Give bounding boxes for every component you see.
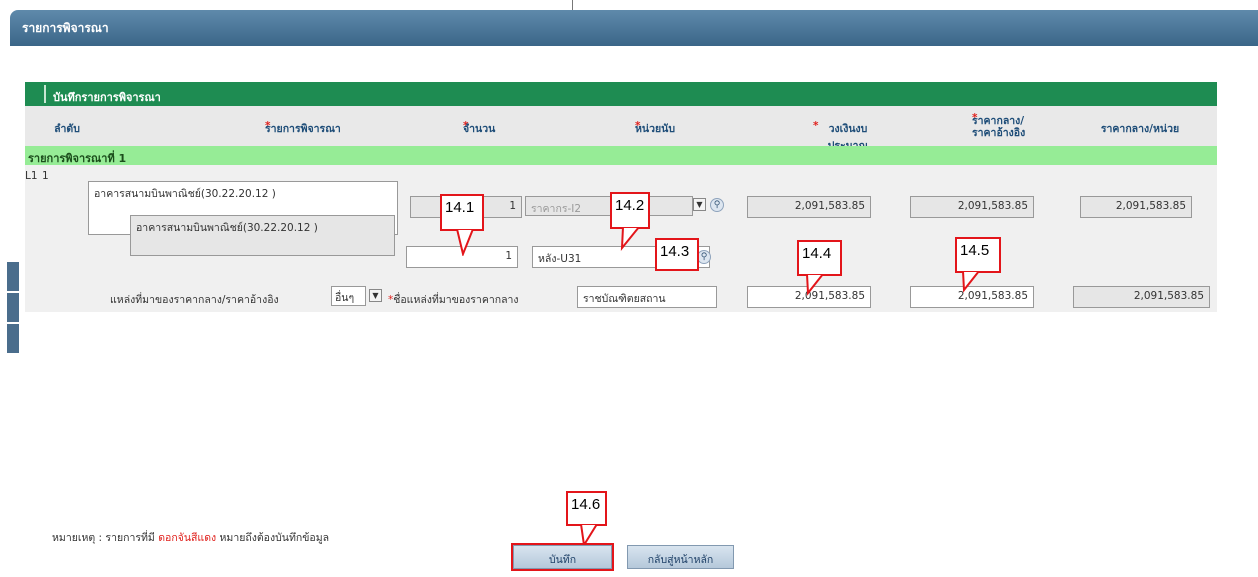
callout-14-4-pointer	[805, 274, 825, 296]
col-unit-price: ราคากลาง/หน่วย	[1100, 123, 1180, 135]
note-suffix: หมายถึงต้องบันทึกข้อมูล	[219, 532, 330, 544]
back-to-main-button[interactable]: กลับสู่หน้าหลัก	[627, 545, 734, 569]
source-name-input[interactable]: ราชบัณฑิตยสถาน	[577, 286, 717, 308]
callout-14-1-pointer	[456, 229, 475, 256]
page: รายการพิจารณา บันทึกรายการพิจารณา ลำดับ …	[0, 0, 1258, 577]
unit-price-field: 2,091,583.85	[1080, 196, 1192, 218]
col-ref-price-line2: ราคาอ้างอิง	[972, 127, 1026, 139]
row-code: L1	[25, 170, 38, 182]
save-button[interactable]: บันทึก	[511, 543, 614, 571]
source-unit-price-field: 2,091,583.85	[1073, 286, 1210, 308]
chevron-down-icon[interactable]: ▼	[693, 198, 706, 211]
source-label: แหล่งที่มาของราคากลาง/ราคาอ้างอิง	[110, 294, 279, 306]
side-tabs	[7, 262, 19, 355]
side-tab[interactable]	[7, 324, 19, 353]
window-title: รายการพิจารณา	[10, 10, 1258, 46]
sub-item-text: อาคารสนามบินพาณิชย์(30.22.20.12 )	[130, 215, 395, 256]
chevron-down-icon[interactable]: ▼	[369, 289, 382, 302]
section-row: รายการพิจารณาที่ 1	[25, 146, 1217, 165]
row-index: 1	[42, 170, 49, 182]
grid-header-title: บันทึกรายการพิจารณา	[53, 91, 161, 104]
source-name-text: ชื่อแหล่งที่มาของราคากลาง	[393, 294, 519, 306]
unit-select[interactable]: ราคากร-I2	[525, 196, 693, 216]
callout-14-2: 14.2	[610, 192, 650, 229]
footer-note: หมายเหตุ : รายการที่มี ดอกจันสีแดง หมายถ…	[52, 529, 329, 546]
callout-14-3: 14.3	[655, 238, 699, 271]
col-seq: ลำดับ	[54, 123, 80, 135]
col-ref-price: * ราคากลาง/ราคาอ้างอิง	[917, 112, 1027, 139]
ref-price-field: 2,091,583.85	[910, 196, 1034, 218]
source-name-label: *ชื่อแหล่งที่มาของราคากลาง	[388, 291, 519, 308]
divider	[572, 0, 573, 10]
callout-14-1: 14.1	[440, 194, 484, 231]
search-icon[interactable]: ⚲	[697, 250, 711, 264]
search-icon[interactable]: ⚲	[710, 198, 724, 212]
col-unit-label: หน่วยนับ	[635, 123, 675, 135]
col-qty-label: จำนวน	[463, 123, 496, 135]
side-tab[interactable]	[7, 262, 19, 291]
grid-header: บันทึกรายการพิจารณา	[25, 82, 1217, 106]
callout-14-2-pointer	[620, 227, 641, 251]
note-prefix: หมายเหตุ : รายการที่มี	[52, 532, 155, 544]
side-tab[interactable]	[7, 293, 19, 322]
divider	[44, 85, 46, 103]
budget-field: 2,091,583.85	[747, 196, 871, 218]
note-highlight: ดอกจันสีแดง	[158, 532, 217, 544]
callout-14-5-pointer	[961, 271, 981, 293]
col-item-label: รายการพิจารณา	[265, 123, 341, 135]
callout-14-6: 14.6	[566, 491, 607, 526]
column-headers: ลำดับ * รายการพิจารณา * จำนวน * หน่วยนับ …	[25, 106, 1217, 152]
callout-14-4: 14.4	[797, 240, 842, 276]
source-select[interactable]: อื่นๆ	[331, 286, 366, 306]
callout-14-5: 14.5	[955, 237, 1001, 273]
